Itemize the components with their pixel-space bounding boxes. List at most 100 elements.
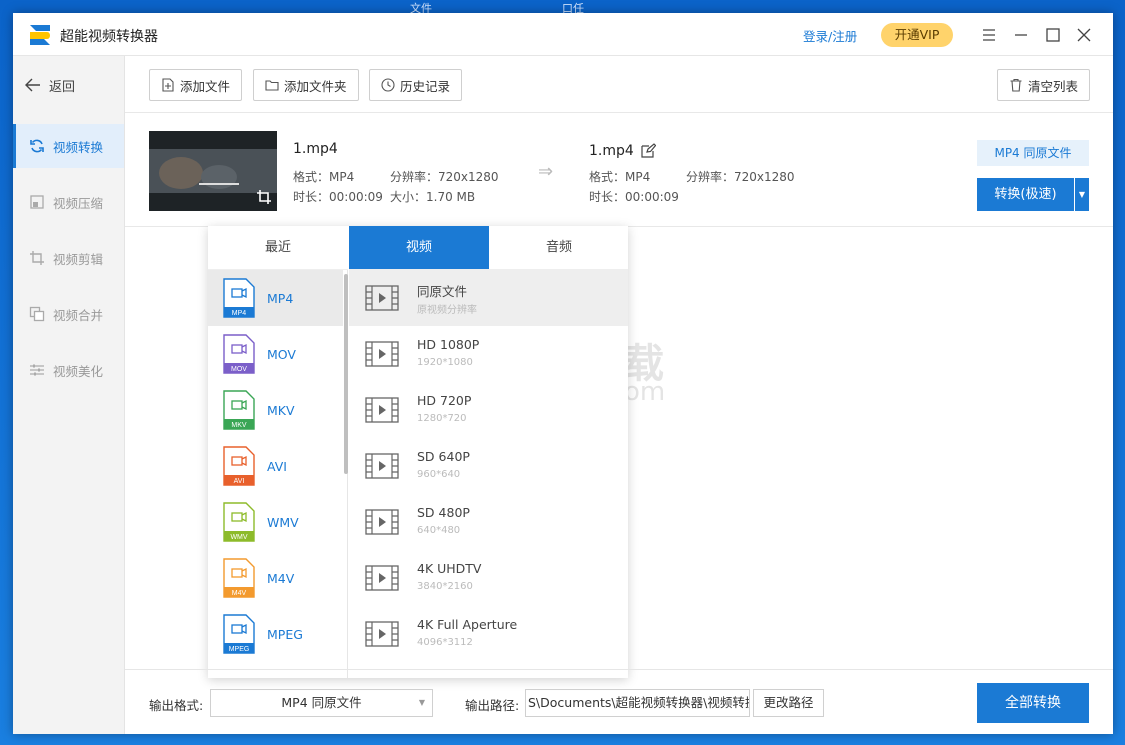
sidebar-item-beautify[interactable]: 视频美化 — [13, 348, 124, 392]
maximize-icon[interactable] — [1043, 25, 1063, 45]
svg-text:MKV: MKV — [231, 422, 247, 429]
preset-resolution: 1280*720 — [417, 413, 467, 424]
sidebar: 返回 视频转换 视频压缩 视频剪辑 视频合并 视频美化 — [13, 56, 125, 734]
history-label: 历史记录 — [400, 78, 451, 94]
chevron-down-icon: ▼ — [418, 698, 425, 707]
preset-item[interactable]: HD 1080P 1920*1080 — [349, 326, 628, 382]
format-item-avi[interactable]: AVI AVI — [208, 438, 343, 494]
output-format-chip[interactable]: MP4 同原文件 — [977, 140, 1089, 166]
target-resolution: 分辨率：720x1280 — [686, 170, 795, 184]
crop-icon — [30, 251, 44, 265]
app-logo-icon — [30, 25, 50, 45]
format-item-mov[interactable]: MOV MOV — [208, 326, 343, 382]
sidebar-item-label: 视频剪辑 — [53, 251, 104, 267]
preset-resolution: 原视频分辨率 — [417, 305, 477, 316]
source-duration: 时长：00:00:09 — [293, 190, 383, 204]
refresh-icon — [30, 139, 44, 153]
trash-icon — [1010, 78, 1022, 92]
format-popup: 最近 视频 音频 MP4 MP4 MOV MOV MKV MKV AVI AVI… — [208, 226, 628, 678]
format-item-m4v[interactable]: M4V M4V — [208, 550, 343, 606]
source-format: 格式：MP4 — [293, 170, 355, 184]
preset-item[interactable]: 4K UHDTV 3840*2160 — [349, 550, 628, 606]
add-file-label: 添加文件 — [180, 78, 231, 94]
output-format-select[interactable]: MP4 同原文件 ▼ — [210, 689, 433, 717]
convert-dropdown-button[interactable]: ▼ — [1075, 178, 1089, 211]
divider — [125, 112, 1113, 113]
adjust-icon — [30, 364, 44, 376]
arrow-left-icon — [25, 78, 40, 92]
vip-button[interactable]: 开通VIP — [881, 23, 953, 47]
menu-icon[interactable] — [979, 25, 999, 45]
preset-resolution: 3840*2160 — [417, 581, 473, 592]
add-file-button[interactable]: 添加文件 — [149, 69, 243, 101]
format-item-wmv[interactable]: WMV WMV — [208, 494, 343, 550]
mov-file-icon: MOV — [223, 334, 255, 374]
preset-resolution: 640*480 — [417, 525, 461, 536]
tab-audio[interactable]: 音频 — [489, 226, 628, 270]
crop-icon[interactable] — [256, 189, 272, 205]
tab-video[interactable]: 视频 — [349, 226, 489, 270]
title-bar: 超能视频转换器 登录/注册 开通VIP — [13, 13, 1113, 56]
format-item-mpeg[interactable]: MPEG MPEG — [208, 606, 343, 662]
mp4-file-icon: MP4 — [223, 278, 255, 318]
add-file-icon — [162, 78, 174, 92]
target-duration: 时长：00:00:09 — [589, 190, 679, 204]
sidebar-item-label: 视频美化 — [53, 363, 104, 379]
svg-text:AVI: AVI — [234, 478, 245, 485]
clear-list-button[interactable]: 清空列表 — [997, 69, 1091, 101]
preset-name: 4K Full Aperture — [417, 617, 518, 632]
svg-text:MP4: MP4 — [232, 310, 247, 317]
convert-button[interactable]: 转换(极速) — [977, 178, 1074, 211]
back-label: 返回 — [49, 79, 76, 95]
preset-item[interactable]: SD 480P 640*480 — [349, 494, 628, 550]
minimize-icon[interactable] — [1011, 25, 1031, 45]
divider — [125, 669, 1113, 670]
sidebar-item-merge[interactable]: 视频合并 — [13, 292, 124, 336]
source-file-name: 1.mp4 — [293, 141, 338, 157]
login-link[interactable]: 登录/注册 — [803, 26, 857, 45]
sidebar-item-label: 视频压缩 — [53, 195, 104, 211]
clear-list-label: 清空列表 — [1028, 78, 1079, 94]
output-format-label: 输出格式: — [149, 698, 204, 713]
convert-all-button[interactable]: 全部转换 — [977, 683, 1089, 723]
preset-name: HD 1080P — [417, 337, 480, 352]
preset-resolution: 960*640 — [417, 469, 461, 480]
format-list: MP4 MP4 MOV MOV MKV MKV AVI AVI WMV WMV … — [208, 270, 348, 678]
close-icon[interactable] — [1074, 25, 1094, 45]
add-folder-button[interactable]: 添加文件夹 — [253, 69, 359, 101]
sidebar-item-convert[interactable]: 视频转换 — [13, 124, 124, 168]
sidebar-item-compress[interactable]: 视频压缩 — [13, 180, 124, 224]
preset-resolution: 1920*1080 — [417, 357, 473, 368]
m4v-file-icon: M4V — [223, 558, 255, 598]
clock-icon — [381, 78, 395, 92]
output-format-value: MP4 同原文件 — [281, 695, 362, 710]
format-item-mp4[interactable]: MP4 MP4 — [208, 270, 343, 326]
sidebar-item-edit[interactable]: 视频剪辑 — [13, 236, 124, 280]
format-name: AVI — [267, 458, 287, 474]
svg-text:M4V: M4V — [232, 590, 247, 597]
sidebar-item-label: 视频转换 — [53, 139, 104, 155]
change-path-button[interactable]: 更改路径 — [753, 689, 824, 717]
source-resolution: 分辨率：720x1280 — [390, 170, 499, 184]
history-button[interactable]: 历史记录 — [369, 69, 463, 101]
preset-item[interactable]: 4K Full Aperture 4096*3112 — [349, 606, 628, 662]
output-path-field[interactable]: S\Documents\超能视频转换器\视频转换 — [525, 689, 750, 717]
target-format: 格式：MP4 — [589, 170, 651, 184]
sidebar-item-label: 视频合并 — [53, 307, 104, 323]
convert-arrow-icon: ⇒ — [538, 161, 554, 182]
compress-icon — [30, 195, 44, 209]
preset-item[interactable]: 同原文件 原视频分辨率 — [349, 270, 628, 326]
mpeg-file-icon: MPEG — [223, 614, 255, 654]
format-name: MP4 — [267, 290, 294, 306]
back-button[interactable]: 返回 — [25, 74, 75, 96]
preset-item[interactable]: SD 640P 960*640 — [349, 438, 628, 494]
film-icon — [365, 341, 399, 367]
preset-item[interactable]: HD 720P 1280*720 — [349, 382, 628, 438]
edit-icon[interactable] — [640, 143, 656, 159]
app-title: 超能视频转换器 — [60, 29, 158, 45]
merge-icon — [29, 306, 45, 322]
format-list-scrollbar[interactable] — [344, 274, 348, 474]
format-item-mkv[interactable]: MKV MKV — [208, 382, 343, 438]
wmv-file-icon: WMV — [223, 502, 255, 542]
tab-recent[interactable]: 最近 — [208, 226, 348, 270]
